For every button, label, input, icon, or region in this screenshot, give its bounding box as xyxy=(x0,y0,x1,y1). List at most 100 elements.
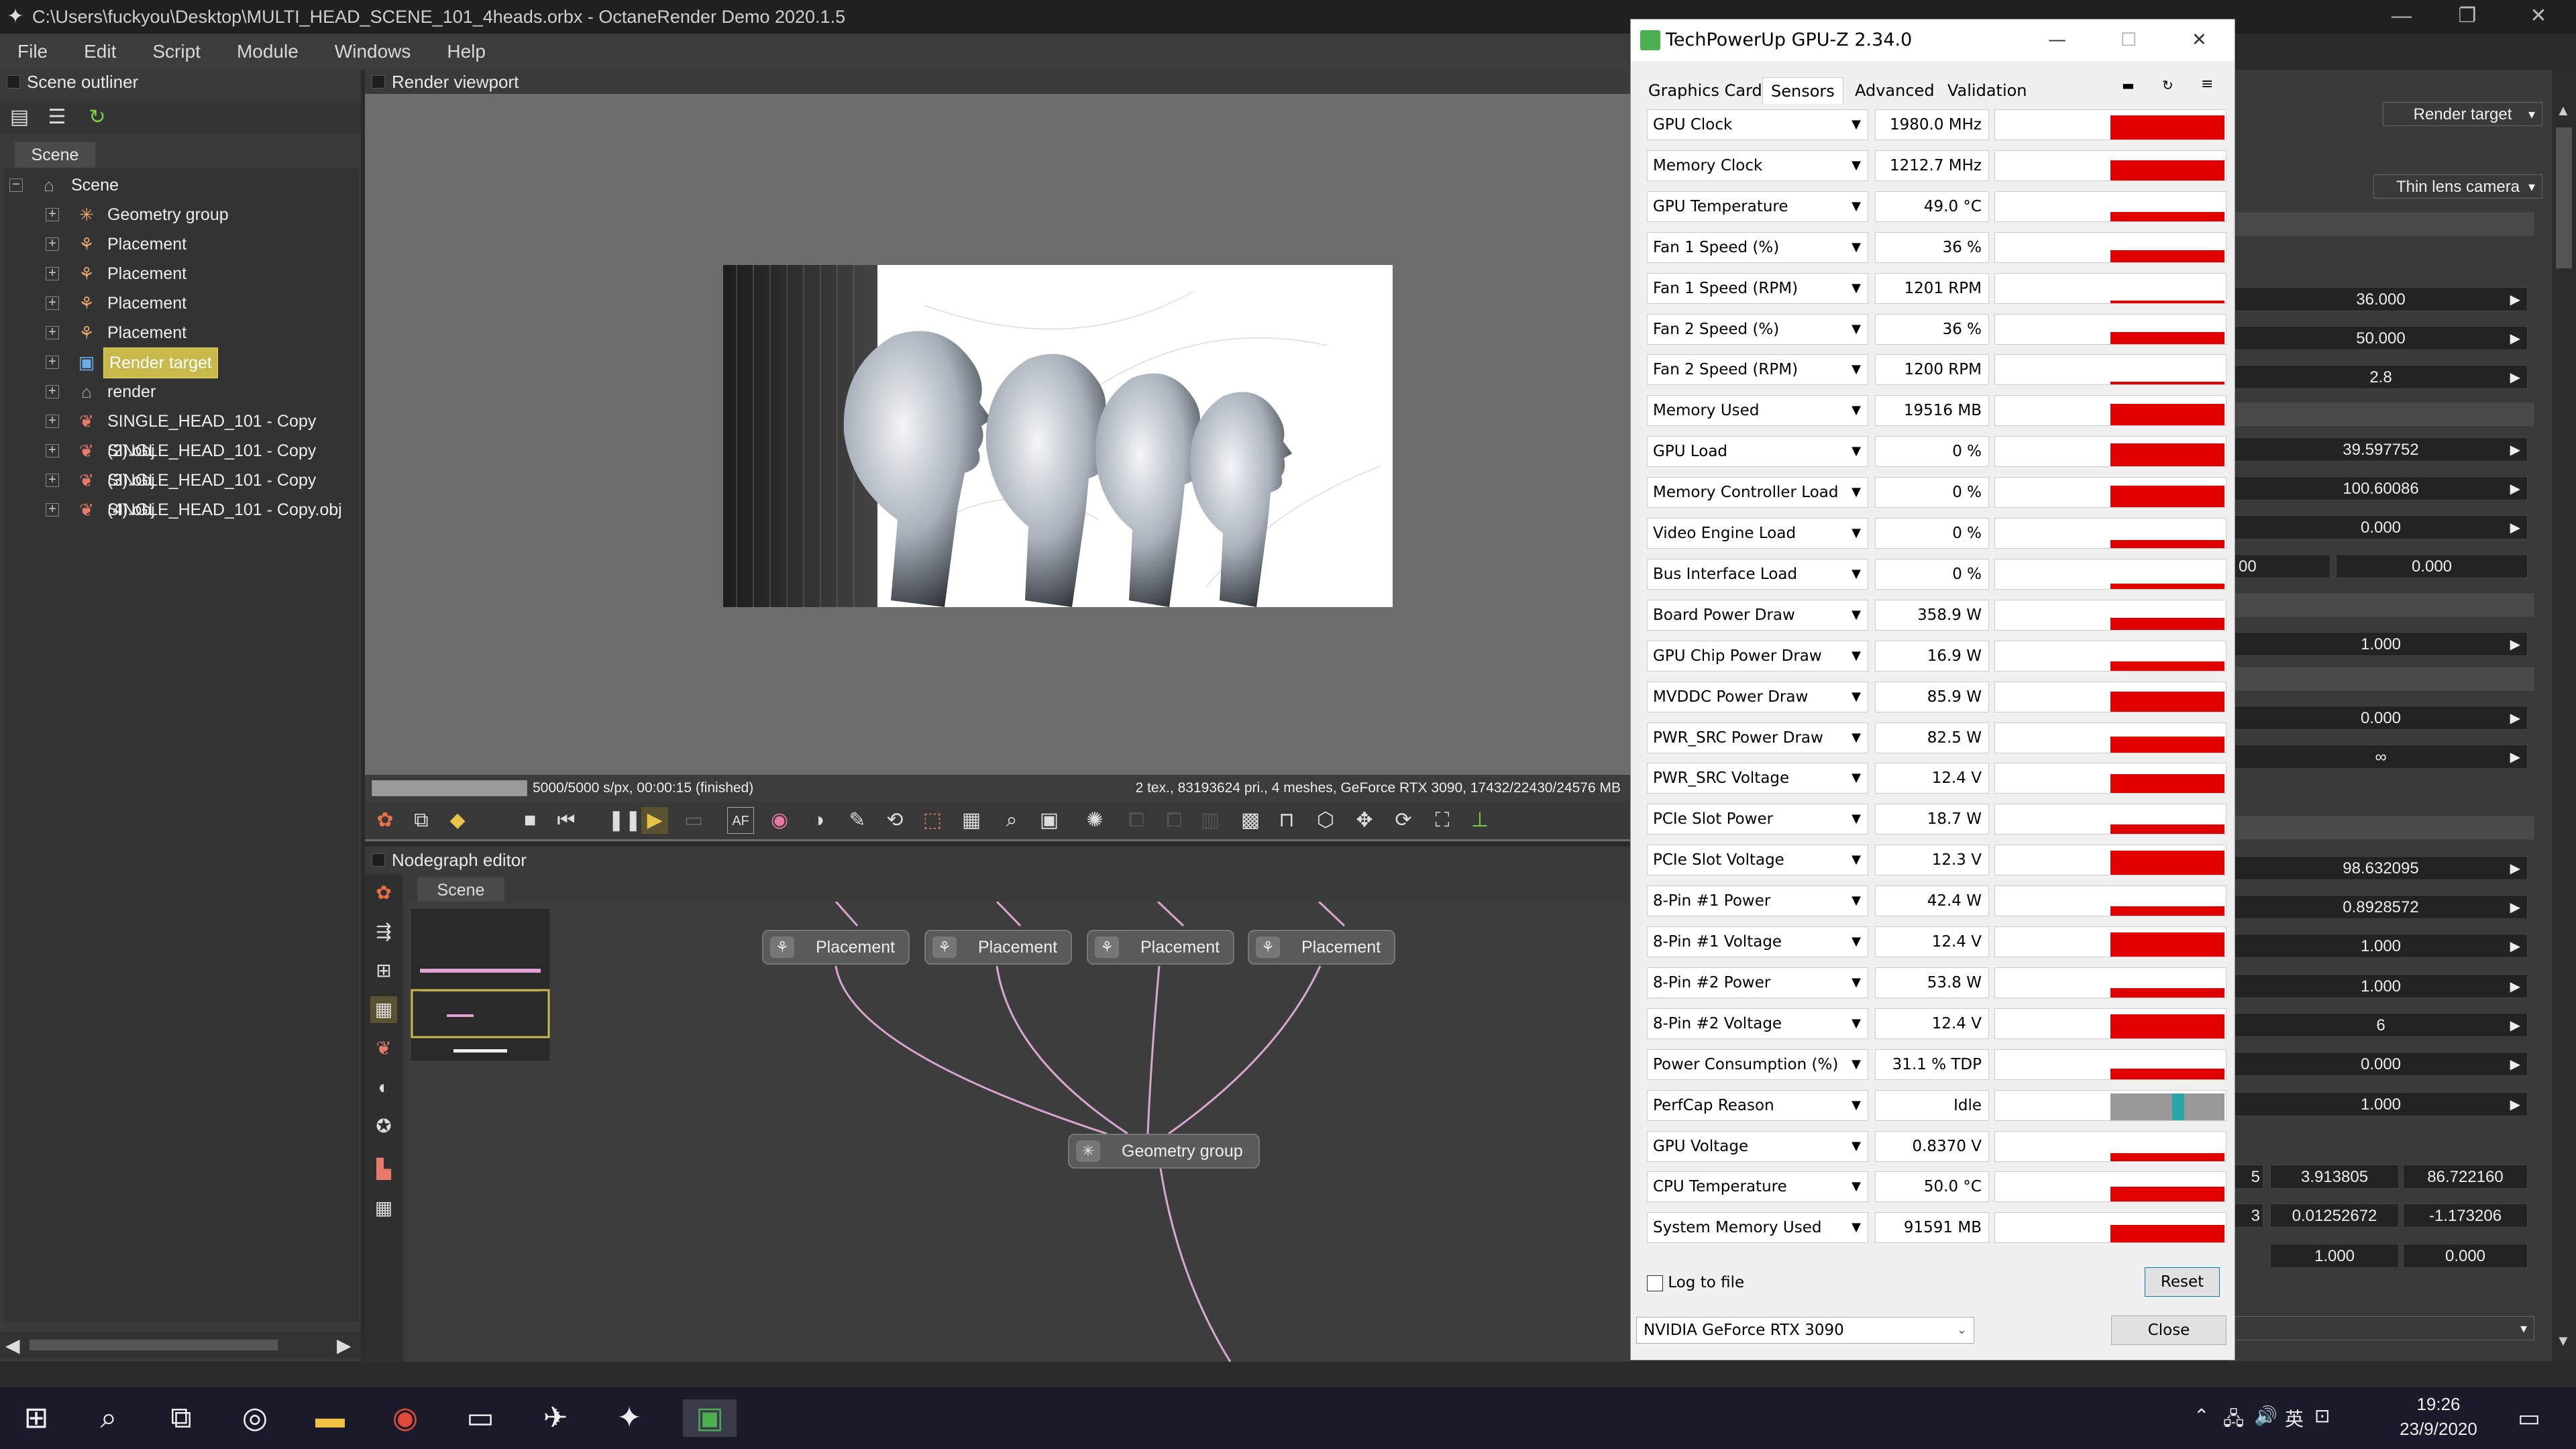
paste-icon[interactable]: ⧠ xyxy=(1161,807,1187,834)
table-icon[interactable]: ▦ xyxy=(370,1195,397,1222)
sphere-icon[interactable]: ◉ xyxy=(766,807,793,834)
scroll-right-icon[interactable]: ▶ xyxy=(337,1334,352,1356)
sensor-name-dropdown[interactable]: Fan 1 Speed (RPM) ▼ xyxy=(1647,272,1868,304)
group-icon[interactable]: ⊞ xyxy=(370,957,397,984)
sensor-name-dropdown[interactable]: Fan 1 Speed (%) ▼ xyxy=(1647,231,1868,263)
expand-icon[interactable]: + xyxy=(46,502,59,517)
play-icon[interactable]: ▶ xyxy=(641,807,668,834)
chrome-icon[interactable]: ◉ xyxy=(385,1399,425,1437)
inspector-section-bar[interactable] xyxy=(2234,667,2534,691)
sensor-name-dropdown[interactable]: Memory Used ▼ xyxy=(1647,395,1868,427)
tab-scene[interactable]: Scene xyxy=(15,142,95,168)
cube-icon[interactable]: ⬡ xyxy=(1312,807,1339,834)
scroll-thumb[interactable] xyxy=(30,1340,278,1350)
steam-icon[interactable]: ◎ xyxy=(235,1399,275,1437)
menu-edit[interactable]: Edit xyxy=(84,41,116,62)
scroll-up-icon[interactable]: ▲ xyxy=(2556,102,2571,119)
collapse-icon[interactable]: − xyxy=(9,178,23,192)
field-9[interactable]: 0.000 ▶ xyxy=(2234,706,2528,730)
scroll-down-icon[interactable]: ▼ xyxy=(2556,1332,2571,1350)
expand-icon[interactable]: + xyxy=(46,443,59,458)
region-icon[interactable]: ⧉ xyxy=(408,807,435,834)
axis-icon[interactable]: ⊥ xyxy=(1466,807,1493,834)
collapse-all-icon[interactable]: ☰ xyxy=(44,105,70,130)
arrange-icon[interactable]: ⇶ xyxy=(370,918,397,945)
field-11[interactable]: 98.632095 ▶ xyxy=(2234,856,2528,880)
expand-icon[interactable]: + xyxy=(46,266,59,280)
field-15[interactable]: 6 ▶ xyxy=(2234,1013,2528,1037)
sensor-name-dropdown[interactable]: PerfCap Reason ▼ xyxy=(1647,1089,1868,1121)
field-18c[interactable]: 86.722160 xyxy=(2403,1165,2528,1189)
restore-icon[interactable]: ❐ xyxy=(2430,0,2505,34)
scroll-thumb[interactable] xyxy=(2556,127,2572,268)
fullscreen-icon[interactable]: ⛶ xyxy=(1429,807,1456,834)
inspector-section-bar[interactable] xyxy=(2234,816,2534,840)
tree-item-placement[interactable]: + ⚘ Placement xyxy=(4,229,358,259)
chevron-up-icon[interactable]: ⌃ xyxy=(2194,1405,2209,1427)
grid-icon[interactable]: ▦ xyxy=(370,996,397,1023)
render-target-dropdown[interactable]: Render target ▾ xyxy=(2383,102,2542,126)
tab-sensors[interactable]: Sensors xyxy=(1762,77,1843,104)
save-icon[interactable]: ▥ xyxy=(1197,807,1224,834)
field-2[interactable]: 50.000 ▶ xyxy=(2234,326,2528,350)
texture-icon[interactable]: ✪ xyxy=(370,1113,397,1140)
sensor-name-dropdown[interactable]: MVDDC Power Draw ▼ xyxy=(1647,681,1868,712)
sensor-name-dropdown[interactable]: 8-Pin #1 Power ▼ xyxy=(1647,885,1868,917)
tree-item-render[interactable]: + ⌂ render xyxy=(4,377,358,407)
field-18b[interactable]: 3.913805 xyxy=(2270,1165,2399,1189)
inspector-section-bar[interactable] xyxy=(2234,212,2534,236)
language-indicator[interactable]: 英 xyxy=(2285,1405,2304,1432)
lock-icon[interactable]: ▭ xyxy=(680,807,707,834)
paint-icon[interactable]: ✎ xyxy=(844,807,871,834)
tree-item-placement[interactable]: + ⚘ Placement xyxy=(4,288,358,318)
sensor-name-dropdown[interactable]: Memory Clock ▼ xyxy=(1647,150,1868,181)
field-12[interactable]: 0.8928572 ▶ xyxy=(2234,895,2528,919)
field-8[interactable]: 1.000 ▶ xyxy=(2234,632,2528,656)
tree-item-placement[interactable]: + ⚘ Placement xyxy=(4,318,358,347)
expand-icon[interactable]: + xyxy=(46,473,59,487)
field-20b[interactable]: 0.000 xyxy=(2403,1244,2528,1268)
start-icon[interactable]: ⊞ xyxy=(16,1399,56,1437)
network-icon[interactable]: 🖧 xyxy=(2223,1405,2244,1437)
tab-graphics-card[interactable]: Graphics Card xyxy=(1640,77,1770,104)
tab-validation[interactable]: Validation xyxy=(1939,77,2035,104)
expand-icon[interactable]: + xyxy=(46,414,59,428)
refresh-icon[interactable]: ↻ xyxy=(85,105,110,130)
placement-node[interactable]: ⚘ Placement xyxy=(1087,930,1234,965)
sensor-name-dropdown[interactable]: 8-Pin #2 Voltage ▼ xyxy=(1647,1008,1868,1039)
geometry-group-node[interactable]: ✳ Geometry group xyxy=(1068,1134,1260,1169)
node-settings-icon[interactable]: ✿ xyxy=(370,879,397,906)
sensor-name-dropdown[interactable]: Fan 2 Speed (%) ▼ xyxy=(1647,313,1868,345)
sensor-name-dropdown[interactable]: Bus Interface Load ▼ xyxy=(1647,558,1868,590)
placement-node[interactable]: ⚘ Placement xyxy=(762,930,910,965)
sensor-name-dropdown[interactable]: System Memory Used ▼ xyxy=(1647,1212,1868,1244)
printer-icon[interactable]: ▭ xyxy=(460,1399,500,1437)
field-17[interactable]: 1.000 ▶ xyxy=(2234,1092,2528,1116)
sensor-name-dropdown[interactable]: GPU Load ▼ xyxy=(1647,436,1868,468)
pause-icon[interactable]: ❚❚ xyxy=(608,807,641,834)
file-explorer-icon[interactable]: ▬ xyxy=(310,1399,350,1437)
sensor-name-dropdown[interactable]: 8-Pin #1 Voltage ▼ xyxy=(1647,926,1868,957)
output-icon[interactable]: ▙ xyxy=(370,1156,397,1183)
menu-windows[interactable]: Windows xyxy=(335,41,411,62)
pick-icon[interactable]: ⟲ xyxy=(881,807,908,834)
inspector-scrollbar[interactable]: ▲ ▼ xyxy=(2552,70,2576,1361)
tab-advanced[interactable]: Advanced xyxy=(1847,77,1943,104)
clock[interactable]: 19:26 23/9/2020 xyxy=(2381,1387,2496,1449)
gpu-select-dropdown[interactable]: NVIDIA GeForce RTX 3090 ⌄ xyxy=(1636,1317,1974,1344)
menu-help[interactable]: Help xyxy=(447,41,486,62)
sensor-name-dropdown[interactable]: GPU Clock ▼ xyxy=(1647,109,1868,140)
tree-item-mesh[interactable]: + ❦ SINGLE_HEAD_101 - Copy (3).obj xyxy=(4,436,358,490)
task-view-icon[interactable]: ⧉ xyxy=(161,1399,201,1437)
field-14[interactable]: 1.000 ▶ xyxy=(2234,974,2528,998)
expand-icon[interactable]: + xyxy=(46,355,59,369)
refresh-icon[interactable]: ↻ xyxy=(2162,77,2174,93)
color-cube-icon[interactable]: ◆ xyxy=(444,807,471,834)
notification-icon[interactable]: ▭ xyxy=(2509,1399,2549,1437)
sensor-name-dropdown[interactable]: CPU Temperature ▼ xyxy=(1647,1171,1868,1203)
sensor-name-dropdown[interactable]: GPU Temperature ▼ xyxy=(1647,191,1868,222)
outliner-hscrollbar[interactable]: ◀ ▶ xyxy=(0,1332,361,1358)
menu-file[interactable]: File xyxy=(17,41,48,62)
sun-icon[interactable]: ◑ xyxy=(805,807,832,834)
log-checkbox[interactable] xyxy=(1647,1275,1663,1291)
